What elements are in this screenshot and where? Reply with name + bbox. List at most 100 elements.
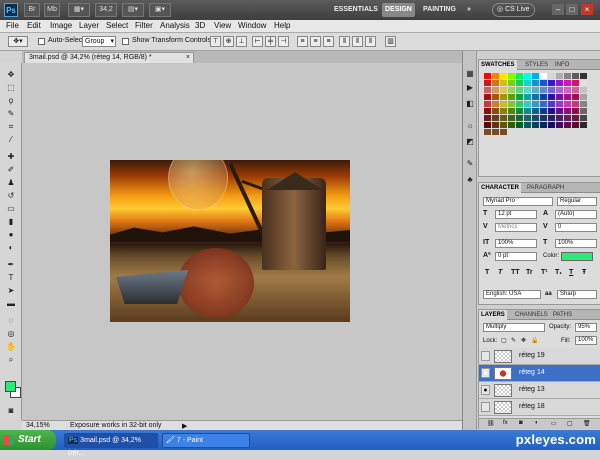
color-swatch[interactable] [532,87,539,93]
menu-analysis[interactable]: Analysis [160,21,190,30]
align-left-icon[interactable]: ⊢ [252,36,263,47]
blend-mode-dropdown[interactable]: Multiply [483,323,545,332]
clone-source-panel-icon[interactable]: ♣ [465,175,475,185]
3d-rotate-tool-icon[interactable]: ◌ [5,315,17,326]
color-swatch[interactable] [516,115,523,121]
color-swatch[interactable] [500,101,507,107]
distribute-vcenter-icon[interactable]: ≡ [310,36,321,47]
color-swatch[interactable] [564,122,571,128]
color-swatch[interactable] [492,101,499,107]
color-swatch[interactable] [524,87,531,93]
color-swatch[interactable] [556,122,563,128]
color-swatch[interactable] [532,94,539,100]
color-swatch[interactable] [484,129,491,135]
color-swatch[interactable] [548,101,555,107]
color-swatch[interactable] [508,108,515,114]
tab-layers[interactable]: LAYERS [479,310,507,320]
color-swatch[interactable] [572,122,579,128]
color-swatch[interactable] [548,87,555,93]
quick-mask-icon[interactable]: ◙ [5,405,17,416]
lock-transparent-icon[interactable]: ▢ [501,337,507,344]
color-swatch[interactable] [532,129,539,135]
color-swatch[interactable] [492,108,499,114]
color-swatch[interactable] [580,115,587,121]
color-swatch[interactable] [484,115,491,121]
color-swatch[interactable] [516,101,523,107]
move-tool-preset-picker[interactable]: ✥▾ [8,36,28,47]
color-swatch[interactable] [500,115,507,121]
color-swatch[interactable] [524,115,531,121]
leading-field[interactable]: (Auto) [555,210,597,219]
color-swatch[interactable] [508,87,515,93]
document-tab[interactable]: 3mail.psd @ 34,2% (réteg 14, RGB/8) * × [24,52,194,63]
arrange-documents-button[interactable]: ▤▾ [122,3,144,17]
color-swatch[interactable] [540,80,547,86]
kerning-field[interactable]: Metrics [495,223,537,232]
color-swatch[interactable] [508,129,515,135]
color-swatch[interactable] [540,108,547,114]
color-swatch[interactable] [572,73,579,79]
fill-field[interactable]: 100% [575,336,597,345]
taskbar-item-paint[interactable]: 🖌 7 - Paint [162,433,250,448]
color-swatch[interactable] [516,94,523,100]
visibility-toggle[interactable] [481,402,490,412]
color-swatch[interactable] [532,122,539,128]
shape-tool-icon[interactable]: ▬ [5,298,17,309]
color-swatch[interactable] [540,115,547,121]
eraser-tool-icon[interactable]: ▭ [5,203,17,214]
tracking-field[interactable]: 0 [555,223,597,232]
close-window-button[interactable]: × [581,4,593,15]
color-swatch[interactable] [564,87,571,93]
zoom-level-display[interactable]: 34,2 [95,3,117,17]
color-swatch[interactable] [492,73,499,79]
text-color-swatch[interactable] [561,252,593,261]
tab-info[interactable]: INFO [553,60,571,70]
status-menu-arrow[interactable]: ▶ [182,422,187,430]
color-swatch[interactable] [540,122,547,128]
layer-row[interactable]: ● réteg 13 [479,382,600,399]
color-swatch[interactable] [548,108,555,114]
lock-position-icon[interactable]: ✥ [521,337,526,344]
color-swatch[interactable] [500,94,507,100]
workspace-essentials[interactable]: ESSENTIALS [334,3,378,17]
color-swatch[interactable] [484,73,491,79]
dodge-tool-icon[interactable]: ◐ [5,242,17,253]
superscript-button[interactable]: T¹ [541,269,548,276]
color-swatch[interactable] [500,87,507,93]
eye-icon[interactable]: ● [481,385,490,395]
layer-style-icon[interactable]: fx [503,420,508,426]
workspace-design[interactable]: DESIGN [382,3,415,17]
hand-tool-icon[interactable]: ✋ [5,341,17,352]
minimize-button[interactable]: – [552,4,564,15]
color-swatch[interactable] [532,101,539,107]
adjustment-layer-icon[interactable]: ◐ [535,420,539,426]
view-extras-button[interactable]: ▦▾ [68,3,90,17]
color-swatch[interactable] [524,80,531,86]
color-swatch[interactable] [492,129,499,135]
baseline-shift-field[interactable]: 0 pt [495,252,537,261]
color-swatch[interactable] [564,108,571,114]
color-swatch[interactable] [580,87,587,93]
color-swatch[interactable] [564,80,571,86]
color-swatch[interactable] [572,94,579,100]
color-swatch[interactable] [540,87,547,93]
color-swatch[interactable] [508,94,515,100]
menu-select[interactable]: Select [106,21,128,30]
zoom-percentage[interactable]: 34,15% [26,422,50,429]
color-swatch[interactable] [580,108,587,114]
color-swatch[interactable] [564,94,571,100]
color-swatch[interactable] [524,73,531,79]
path-selection-tool-icon[interactable]: ➤ [5,285,17,296]
color-swatch[interactable] [540,73,547,79]
antialias-dropdown[interactable]: Sharp [557,290,597,299]
color-swatch[interactable] [516,108,523,114]
lasso-tool-icon[interactable]: ϙ [5,95,17,106]
crop-tool-icon[interactable]: ⌗ [5,121,17,132]
color-swatch[interactable] [556,115,563,121]
layer-row-selected[interactable]: ● réteg 14 [479,365,600,382]
lock-pixels-icon[interactable]: ✎ [511,337,516,344]
color-swatch[interactable] [548,94,555,100]
color-swatch[interactable] [548,122,555,128]
tab-styles[interactable]: STYLES [523,60,550,70]
blur-tool-icon[interactable]: ● [5,229,17,240]
